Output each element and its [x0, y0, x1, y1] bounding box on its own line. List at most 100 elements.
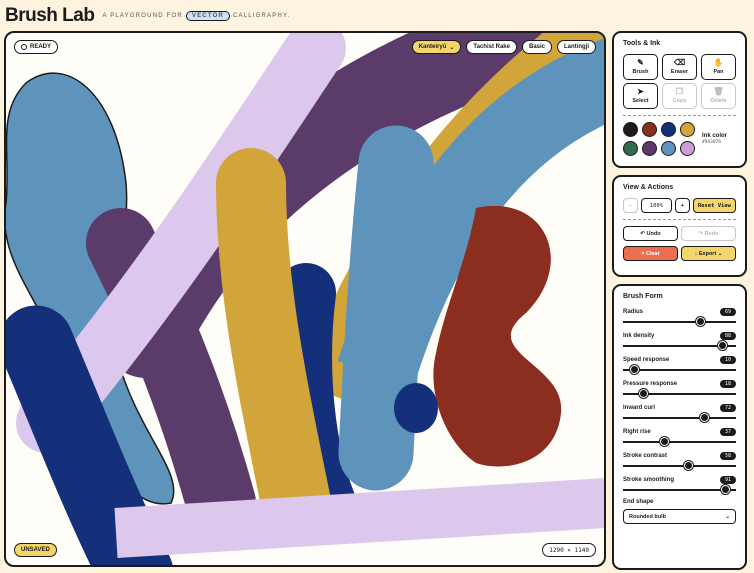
slider-value: 37: [720, 428, 736, 436]
hand-icon: ✋: [713, 58, 724, 67]
slider-header: Stroke contrast 58: [623, 451, 736, 461]
slider-list: Radius 69 Ink density 88 Speed response 10 Pre…: [623, 307, 736, 494]
tool-label: Pan: [713, 69, 724, 75]
slider-value: 10: [720, 356, 736, 364]
slider-thumb[interactable]: [660, 437, 670, 446]
stroke-lavender-bottom: [114, 478, 604, 558]
slider-field: Inward curl 72: [623, 403, 736, 422]
slider-thumb[interactable]: [696, 317, 706, 326]
trash-icon: 🗑: [713, 87, 724, 96]
redo-button[interactable]: ↷ Redo: [681, 226, 736, 241]
canvas-size-badge: 1290 × 1140: [542, 543, 596, 557]
color-swatch[interactable]: [661, 122, 676, 137]
tool-label: Delete: [710, 98, 727, 104]
brush-icon: ✎: [637, 58, 644, 67]
cursor-icon: ➤: [637, 87, 644, 96]
reset-view-button[interactable]: Reset View: [692, 198, 736, 213]
export-button[interactable]: ↓ Export ⌄: [681, 246, 736, 261]
color-swatch[interactable]: [623, 141, 638, 156]
ink-color-label: Ink color: [702, 133, 728, 139]
slider-thumb[interactable]: [721, 485, 731, 494]
delete-button[interactable]: 🗑 Delete: [701, 83, 736, 109]
brush-panel-title: Brush Form: [623, 293, 663, 300]
slider-header: Stroke smoothing 91: [623, 475, 736, 485]
app-tagline: A playground for vector calligraphy.: [102, 11, 290, 21]
drawing-canvas[interactable]: READY Kanteiryū ⌄ Tachist Rake Basic Lant…: [4, 31, 606, 567]
slider-track[interactable]: [623, 485, 736, 494]
slider-label: Ink density: [623, 333, 655, 339]
slider-field: Speed response 10: [623, 355, 736, 374]
slider-header: Pressure response 18: [623, 379, 736, 389]
clear-button[interactable]: × Clear: [623, 246, 678, 261]
save-state-badge: UNSAVED: [14, 543, 57, 557]
end-shape-field: End shape Rounded bulb ⌄: [623, 499, 736, 524]
slider-header: Ink density 88: [623, 331, 736, 341]
color-swatch[interactable]: [642, 141, 657, 156]
zoom-out-button[interactable]: −: [623, 198, 638, 213]
zoom-row: − 100% + Reset View: [623, 198, 736, 213]
select-tool-button[interactable]: ➤ Select: [623, 83, 658, 109]
slider-value: 18: [720, 380, 736, 388]
copy-button[interactable]: ❐ Copy: [662, 83, 697, 109]
slider-thumb[interactable]: [699, 413, 709, 422]
ink-swatches: Ink color #943076: [623, 122, 736, 156]
action-row: × Clear ↓ Export ⌄: [623, 246, 736, 261]
slider-line: [623, 489, 736, 491]
tools-ink-panel: Tools & Ink ✎ Brush ⌫ Eraser ✋ Pan ➤ Select …: [612, 31, 747, 168]
brush-tool-button[interactable]: ✎ Brush: [623, 54, 658, 80]
slider-thumb[interactable]: [717, 341, 727, 350]
strokes-layer[interactable]: [6, 33, 606, 567]
slider-line: [623, 321, 736, 323]
slider-track[interactable]: [623, 317, 736, 326]
tagline-pill: vector: [185, 11, 230, 21]
divider: [623, 219, 736, 220]
zoom-in-button[interactable]: +: [675, 198, 690, 213]
preset-kanteiryu[interactable]: Kanteiryū ⌄: [411, 40, 462, 54]
app-logo: Brush Lab: [5, 5, 95, 26]
slider-track[interactable]: [623, 413, 736, 422]
slider-field: Ink density 88: [623, 331, 736, 350]
slider-line: [623, 441, 736, 443]
end-shape-select[interactable]: Rounded bulb ⌄: [623, 509, 736, 524]
slider-track[interactable]: [623, 389, 736, 398]
preset-lantingji[interactable]: Lantingji: [557, 40, 596, 54]
end-shape-value: Rounded bulb: [629, 513, 666, 520]
slider-value: 88: [720, 332, 736, 340]
preset-tachist-rake[interactable]: Tachist Rake: [466, 40, 517, 54]
slider-field: Right rise 37: [623, 427, 736, 446]
slider-value: 91: [720, 476, 736, 484]
slider-header: Right rise 37: [623, 427, 736, 437]
slider-thumb[interactable]: [638, 389, 648, 398]
slider-thumb[interactable]: [629, 365, 639, 374]
slider-track[interactable]: [623, 365, 736, 374]
color-swatch[interactable]: [623, 122, 638, 137]
eraser-tool-button[interactable]: ⌫ Eraser: [662, 54, 697, 80]
tool-label: Select: [632, 98, 649, 104]
chevron-down-icon: ⌄: [449, 44, 455, 51]
eraser-icon: ⌫: [673, 58, 686, 67]
slider-label: Stroke contrast: [623, 453, 668, 459]
stroke-navy-blob: [394, 383, 438, 433]
slider-field: Stroke smoothing 91: [623, 475, 736, 494]
pan-tool-button[interactable]: ✋ Pan: [701, 54, 736, 80]
slider-label: Stroke smoothing: [623, 477, 675, 483]
color-swatch[interactable]: [680, 122, 695, 137]
zoom-level[interactable]: 100%: [640, 198, 673, 213]
color-swatch[interactable]: [661, 141, 676, 156]
ink-color-hex: #943076: [702, 140, 721, 145]
tagline-text: A playground for: [102, 13, 183, 19]
ink-color-info: Ink color #943076: [702, 133, 727, 145]
slider-track[interactable]: [623, 461, 736, 470]
color-swatch[interactable]: [680, 141, 695, 156]
slider-track[interactable]: [623, 437, 736, 446]
color-swatch[interactable]: [642, 122, 657, 137]
slider-thumb[interactable]: [684, 461, 694, 470]
ready-status: READY: [14, 40, 59, 54]
preset-basic[interactable]: Basic: [521, 40, 552, 54]
slider-line: [623, 465, 736, 467]
slider-track[interactable]: [623, 341, 736, 350]
slider-field: Radius 69: [623, 307, 736, 326]
slider-header: Inward curl 72: [623, 403, 736, 413]
undo-button[interactable]: ↶ Undo: [623, 226, 678, 241]
slider-line: [623, 417, 736, 419]
